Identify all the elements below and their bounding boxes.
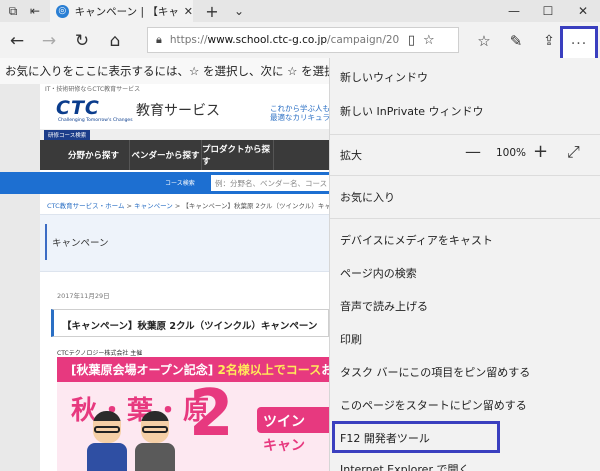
maximize-button[interactable]: ☐ <box>531 0 565 22</box>
menu-new-inprivate-window[interactable]: 新しい InPrivate ウィンドウ <box>340 103 484 119</box>
tab-title: キャンペーン | 【キャンペーン】 <box>74 5 178 18</box>
menu-print[interactable]: 印刷 <box>340 331 362 347</box>
zoom-in-icon[interactable]: + <box>533 141 548 162</box>
campaign-banner[interactable]: [秋葉原会場オープン記念] 2名様以上でコースお 秋・葉・原 2 ツイン キャン <box>57 357 329 471</box>
new-tab-icon[interactable]: + <box>203 2 221 21</box>
more-actions-button[interactable]: ··· <box>560 26 598 62</box>
sponsor-text: CTCテクノロジー株式会社 主催 <box>57 350 143 357</box>
site-name: 教育サービス <box>136 103 220 119</box>
menu-by-product[interactable]: プロダクトから探す <box>202 140 274 170</box>
menu-by-field[interactable]: 分野から探す <box>58 140 130 170</box>
f12-highlight-box <box>332 421 500 453</box>
site-tagline: これから学ぶ人も 最適なカリキュラ <box>270 104 329 122</box>
menu-separator <box>330 134 600 135</box>
person-illustration <box>135 411 175 471</box>
site-tagline-small: IT・技術研修ならCTC教育サービス <box>45 86 141 93</box>
banner-twin-label: ツイン <box>257 407 329 433</box>
fullscreen-icon[interactable]: ⤢ <box>567 142 580 162</box>
breadcrumb-campaign[interactable]: キャンペーン <box>134 202 173 210</box>
course-search-badge[interactable]: 研修コース検索 <box>44 130 91 140</box>
menu-favorites[interactable]: お気に入り <box>340 189 395 205</box>
menu-open-in-ie[interactable]: Internet Explorer で開く <box>340 461 469 471</box>
zoom-label: 拡大 <box>340 149 362 162</box>
menu-by-vendor[interactable]: ベンダーから探す <box>130 140 202 170</box>
breadcrumb-current: 【キャンペーン】秋葉原 2クル（ツインクル）キャンペ <box>182 202 329 210</box>
zoom-row: 拡大 — 100% + ⤢ <box>330 141 600 165</box>
back-icon[interactable]: ← <box>6 30 28 52</box>
hero-accent-bar <box>45 224 47 260</box>
address-bar[interactable]: 🔒︎ https://www.school.ctc-g.co.jp/campai… <box>147 27 459 53</box>
navigation-bar: ← → ↻ ⌂ 🔒︎ https://www.school.ctc-g.co.j… <box>0 22 600 58</box>
person-illustration <box>87 411 127 471</box>
web-note-icon[interactable]: ✎ <box>505 30 527 52</box>
site-menu: 分野から探す ベンダーから探す プロダクトから探す <box>40 140 329 170</box>
menu-separator <box>330 218 600 219</box>
banner-campaign-label: キャン <box>263 438 305 454</box>
course-search-strip: コース検索 例：分野名、ベンダー名、コース <box>0 172 329 194</box>
page-title: キャンペーン <box>52 238 109 249</box>
set-aside-tabs-icon[interactable]: ⇤ <box>26 2 44 20</box>
more-actions-menu: 新しいウィンドウ 新しい InPrivate ウィンドウ 拡大 — 100% +… <box>329 58 600 471</box>
zoom-level: 100% <box>496 147 527 159</box>
menu-separator <box>330 175 600 176</box>
reading-view-icon[interactable]: ▯ <box>408 33 415 48</box>
address-url[interactable]: https://www.school.ctc-g.co.jp/campaign/… <box>170 34 400 46</box>
tab-campaign[interactable]: ◎ キャンペーン | 【キャンペーン】 ✕ <box>50 0 193 22</box>
banner-number: 2 <box>189 377 234 451</box>
lock-icon: 🔒︎ <box>156 33 162 46</box>
breadcrumb: CTC教育サービス・ホーム > キャンペーン > 【キャンペーン】秋葉原 2クル… <box>47 200 329 210</box>
close-window-button[interactable]: ✕ <box>566 0 600 22</box>
post-date: 2017年11月29日 <box>57 292 110 300</box>
web-page: IT・技術研修ならCTC教育サービス CTC Challenging Tomor… <box>0 84 329 471</box>
title-bar: ⧉ ⇤ ◎ キャンペーン | 【キャンペーン】 ✕ + ⌄ — ☐ ✕ <box>0 0 600 22</box>
forward-icon[interactable]: → <box>38 30 60 52</box>
favorite-star-icon[interactable]: ☆ <box>423 33 435 48</box>
course-search-input[interactable]: 例：分野名、ベンダー名、コース <box>211 175 329 191</box>
course-search-label: コース検索 <box>165 180 195 187</box>
share-icon[interactable]: ⇪ <box>538 30 560 52</box>
menu-pin-to-taskbar[interactable]: タスク バーにこの項目をピン留めする <box>340 364 530 380</box>
home-icon[interactable]: ⌂ <box>104 30 126 52</box>
tab-list-chevron-icon[interactable]: ⌄ <box>230 2 248 20</box>
globe-icon: ◎ <box>56 4 69 18</box>
menu-read-aloud[interactable]: 音声で読み上げる <box>340 298 428 314</box>
course-search-subbar: 研修コース検索 <box>40 129 329 140</box>
breadcrumb-home[interactable]: CTC教育サービス・ホーム <box>47 202 124 210</box>
zoom-out-icon[interactable]: — <box>465 142 481 161</box>
post-title: 【キャンペーン】秋葉原 2クル（ツインクル）キャンペーン <box>62 321 318 332</box>
menu-cast-media[interactable]: デバイスにメディアをキャスト <box>340 232 493 248</box>
ctc-logo[interactable]: CTC <box>56 97 100 119</box>
logo-subtitle: Challenging Tomorrow's Changes <box>58 118 133 123</box>
minimize-button[interactable]: — <box>497 0 531 22</box>
tab-preview-icon[interactable]: ⧉ <box>4 2 22 20</box>
menu-find-on-page[interactable]: ページ内の検索 <box>340 265 417 281</box>
favorites-hub-icon[interactable]: ☆ <box>473 30 495 52</box>
menu-new-window[interactable]: 新しいウィンドウ <box>340 69 428 85</box>
refresh-icon[interactable]: ↻ <box>71 30 93 52</box>
menu-pin-to-start[interactable]: このページをスタートにピン留めする <box>340 397 527 413</box>
tab-close-icon[interactable]: ✕ <box>184 5 193 18</box>
